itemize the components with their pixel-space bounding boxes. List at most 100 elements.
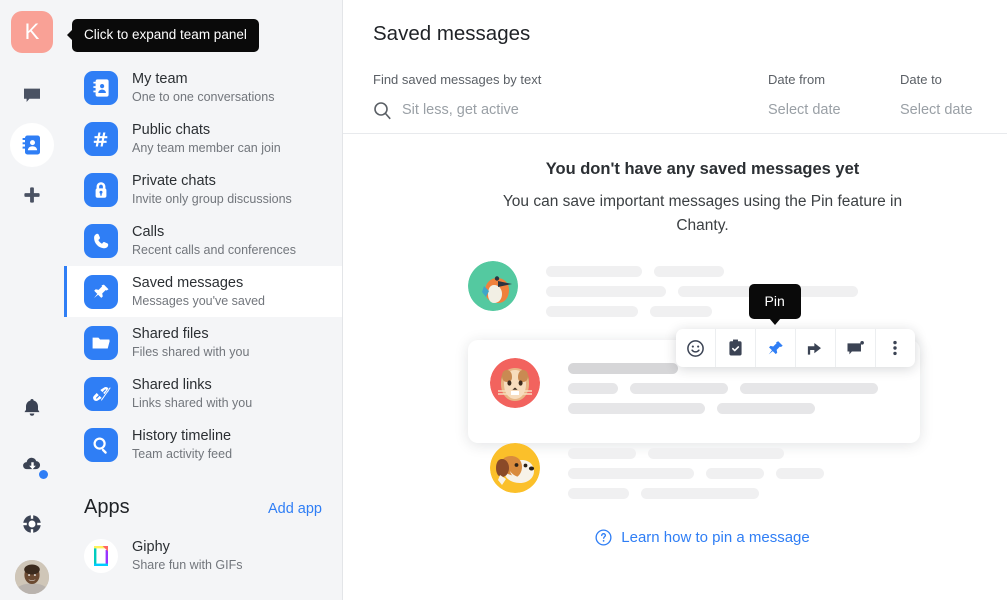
search-input-row[interactable]: Sit less, get active	[373, 99, 768, 121]
more-vertical-icon[interactable]	[876, 329, 915, 367]
rail-item-help[interactable]	[10, 502, 54, 546]
plus-icon	[24, 187, 40, 203]
date-from-input[interactable]: Select date	[768, 102, 841, 118]
comment-icon[interactable]	[836, 329, 875, 367]
sidebar-item-sublabel: Invite only group discussions	[132, 191, 292, 206]
nav-panel: Click to expand team panel My team One t…	[64, 0, 343, 600]
search-label: Find saved messages by text	[373, 72, 542, 87]
giphy-icon	[94, 546, 108, 566]
search-icon	[93, 437, 107, 454]
sidebar-item-sublabel: Links shared with you	[132, 395, 253, 410]
app-item-sublabel: Share fun with GIFs	[132, 558, 243, 573]
nav-item-text: Shared files Files shared with you	[132, 325, 249, 360]
skeleton-row	[567, 383, 878, 395]
sidebar-item-label: History timeline	[132, 427, 232, 444]
share-icon[interactable]	[796, 329, 835, 367]
skeleton-bar	[567, 363, 678, 375]
sidebar-item-calls[interactable]: Calls Recent calls and conferences	[64, 215, 342, 266]
skeleton-row	[567, 403, 878, 415]
nav-item-text: Private chats Invite only group discussi…	[132, 172, 292, 207]
app-icon-wrap	[84, 539, 118, 573]
downloads-badge	[39, 470, 48, 479]
date-from-row[interactable]: Select date	[768, 99, 900, 121]
app-item-text: Giphy Share fun with GIFs	[132, 538, 242, 573]
skeleton-lines-bottom	[567, 443, 824, 508]
nav-item-text: Shared links Links shared with you	[132, 376, 252, 411]
app-item-giphy[interactable]: Giphy Share fun with GIFs	[64, 531, 342, 581]
main-content: Saved messages Find saved messages by te…	[343, 0, 1007, 600]
skeleton-lines-card	[567, 358, 878, 423]
cat-avatar	[489, 358, 540, 409]
lock-icon	[95, 181, 107, 198]
pin-tooltip: Pin	[748, 284, 801, 320]
nav-item-text: Saved messages Messages you've saved	[132, 274, 265, 309]
empty-state: You don't have any saved messages yet Yo…	[343, 121, 1007, 500]
expand-team-panel-tooltip: Click to expand team panel	[72, 19, 259, 52]
sidebar-item-sublabel: One to one conversations	[132, 89, 275, 104]
task-clipboard-icon[interactable]	[716, 329, 755, 367]
sidebar-item-label: Private chats	[132, 172, 216, 189]
date-to-filter: Date to Select date	[900, 73, 1007, 121]
nav-icon-wrap	[84, 325, 118, 360]
sidebar-item-shared-files[interactable]: Shared files Files shared with you	[64, 317, 342, 368]
empty-state-title: You don't have any saved messages yet	[545, 160, 860, 178]
sidebar-item-private-chats[interactable]: Private chats Invite only group discussi…	[64, 164, 342, 215]
app-item-label: Giphy	[132, 539, 170, 556]
date-to-label: Date to	[900, 72, 942, 87]
emoji-icon[interactable]	[676, 329, 715, 367]
search-icon[interactable]	[373, 101, 392, 120]
date-to-row[interactable]: Select date	[900, 99, 1007, 121]
nav-icon-wrap	[84, 121, 118, 156]
apps-section-header: Apps Add app	[64, 470, 342, 519]
skeleton-bar	[649, 306, 712, 318]
user-photo-icon	[15, 560, 49, 594]
learn-how-to-pin-link[interactable]: Learn how to pin a message	[343, 529, 1007, 546]
filters-bar: Find saved messages by text Sit less, ge…	[373, 73, 1007, 121]
rail-item-contacts[interactable]	[10, 123, 54, 167]
sidebar-item-my-team[interactable]: My team One to one conversations	[64, 62, 342, 113]
rail-item-create[interactable]	[10, 173, 54, 217]
date-to-input[interactable]: Select date	[900, 102, 973, 118]
sidebar-item-sublabel: Files shared with you	[132, 344, 250, 359]
sidebar-item-saved-messages[interactable]: Saved messages Messages you've saved	[64, 266, 342, 317]
icon-rail: K	[0, 0, 64, 600]
team-avatar-button[interactable]: K	[11, 11, 53, 53]
skeleton-bar	[716, 403, 815, 415]
hash-icon	[93, 132, 108, 146]
search-input[interactable]: Sit less, get active	[402, 102, 519, 118]
avatar[interactable]	[15, 560, 49, 594]
skeleton-row	[567, 468, 824, 480]
folder-icon	[92, 337, 110, 348]
add-app-button[interactable]: Add app	[268, 501, 322, 517]
skeleton-bar	[647, 448, 784, 460]
skeleton-lines-top	[545, 261, 858, 326]
skeleton-row	[567, 448, 824, 460]
skeleton-bar	[775, 468, 824, 480]
skeleton-bar	[739, 383, 878, 395]
card-message-row	[489, 358, 900, 423]
lifebuoy-icon	[22, 514, 42, 534]
skeleton-row	[545, 286, 858, 298]
sidebar-item-history-timeline[interactable]: History timeline Team activity feed	[64, 419, 342, 470]
skeleton-bar	[545, 306, 638, 318]
skeleton-row	[545, 306, 858, 318]
rail-item-notifications[interactable]	[10, 386, 54, 430]
sidebar-item-sublabel: Messages you've saved	[132, 293, 266, 308]
header-divider	[343, 133, 1007, 134]
nav-item-text: History timeline Team activity feed	[132, 427, 232, 462]
team-initial: K	[24, 19, 40, 44]
pin-icon[interactable]	[756, 329, 795, 367]
empty-state-description: You can save important messages using th…	[502, 193, 903, 234]
rail-item-chats[interactable]	[10, 73, 54, 117]
skeleton-bar	[640, 488, 759, 500]
learn-link-text: Learn how to pin a message	[621, 529, 810, 546]
contact-book-icon	[92, 78, 109, 97]
dog-avatar	[489, 443, 540, 494]
nav-icon-wrap	[84, 376, 118, 411]
skeleton-bar	[653, 266, 724, 278]
apps-heading: Apps	[84, 496, 130, 518]
sidebar-item-public-chats[interactable]: Public chats Any team member can join	[64, 113, 342, 164]
rail-item-downloads[interactable]	[10, 444, 54, 488]
sidebar-item-shared-links[interactable]: Shared links Links shared with you	[64, 368, 342, 419]
phone-icon	[94, 233, 109, 248]
